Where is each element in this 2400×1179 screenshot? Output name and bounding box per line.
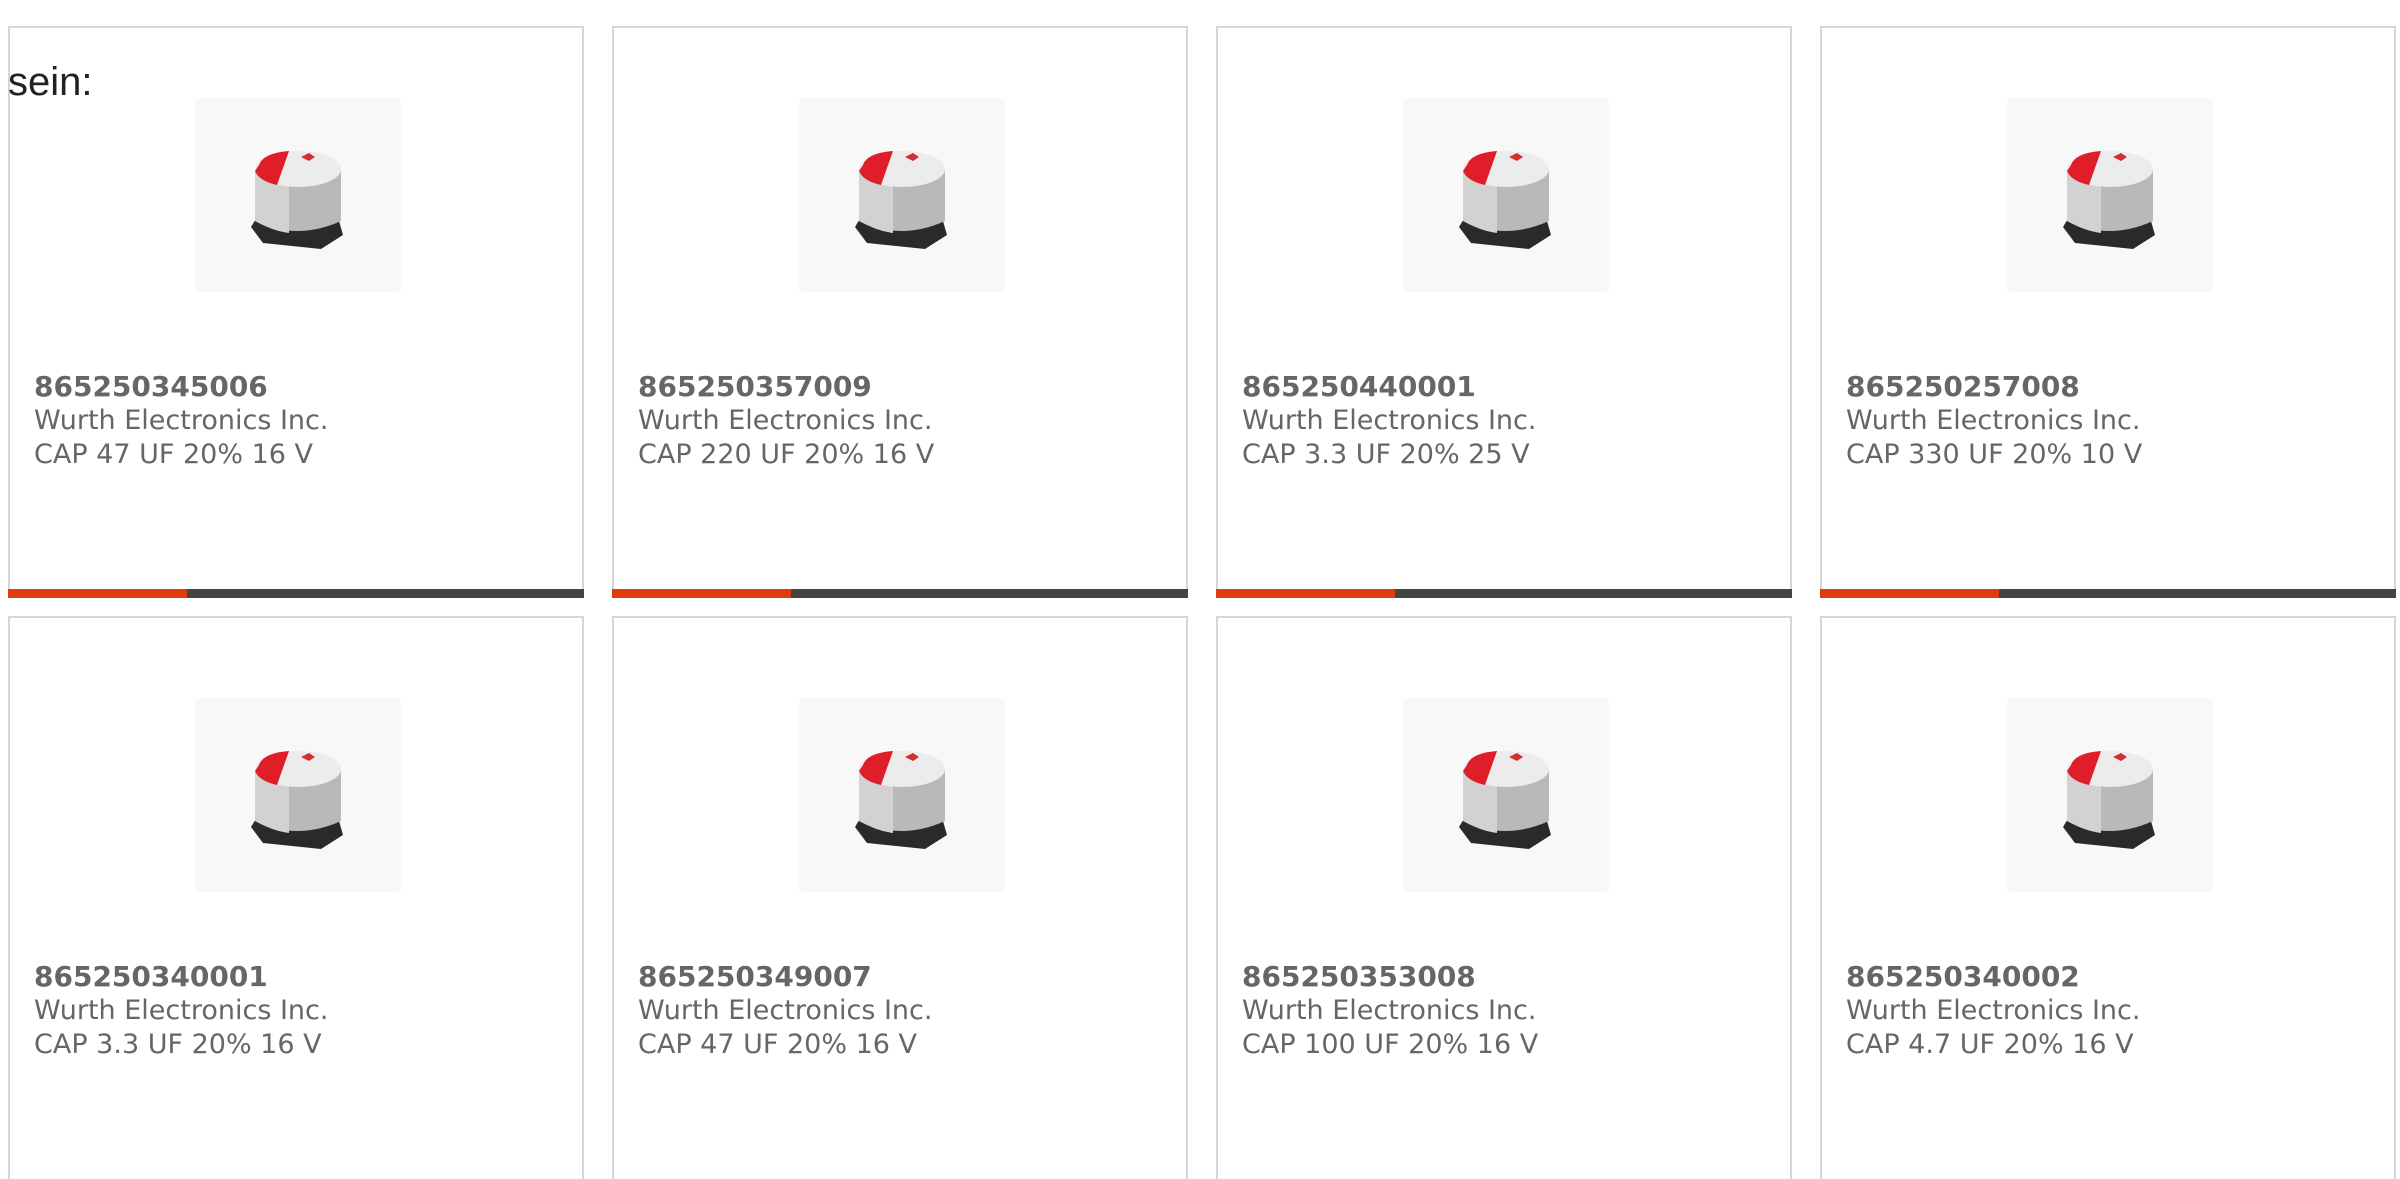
manufacturer-name: Wurth Electronics Inc. — [34, 405, 329, 436]
manufacturer-name: Wurth Electronics Inc. — [1846, 995, 2141, 1026]
product-card[interactable]: 865250353008 Wurth Electronics Inc. CAP … — [1216, 616, 1792, 1179]
capacitor-icon — [251, 751, 343, 849]
capacitor-icon — [2063, 151, 2155, 249]
capacitor-image[interactable] — [1403, 98, 1609, 292]
card-progress-bar — [1820, 589, 2396, 598]
capacitor-image[interactable] — [799, 98, 1005, 292]
product-card[interactable]: 865250349007 Wurth Electronics Inc. CAP … — [612, 616, 1188, 1179]
capacitor-image[interactable] — [195, 698, 401, 892]
card-progress-bar — [1216, 589, 1792, 598]
part-number[interactable]: 865250345006 — [34, 370, 268, 404]
capacitor-icon — [1459, 151, 1551, 249]
product-description: CAP 3.3 UF 20% 16 V — [34, 1029, 322, 1060]
card-progress-bar — [612, 589, 1188, 598]
capacitor-icon — [2063, 751, 2155, 849]
card-progress-fill — [1820, 589, 1999, 598]
product-description: CAP 220 UF 20% 16 V — [638, 439, 935, 470]
product-card[interactable]: 865250440001 Wurth Electronics Inc. CAP … — [1216, 26, 1792, 598]
product-description: CAP 330 UF 20% 10 V — [1846, 439, 2143, 470]
intro-text: sein: — [8, 60, 93, 104]
part-number[interactable]: 865250440001 — [1242, 370, 1476, 404]
product-description: CAP 100 UF 20% 16 V — [1242, 1029, 1539, 1060]
product-description: CAP 47 UF 20% 16 V — [34, 439, 314, 470]
product-card[interactable]: 865250340002 Wurth Electronics Inc. CAP … — [1820, 616, 2396, 1179]
capacitor-image[interactable] — [1403, 698, 1609, 892]
manufacturer-name: Wurth Electronics Inc. — [34, 995, 329, 1026]
capacitor-icon — [855, 151, 947, 249]
part-number[interactable]: 865250257008 — [1846, 370, 2080, 404]
part-number[interactable]: 865250353008 — [1242, 960, 1476, 994]
manufacturer-name: Wurth Electronics Inc. — [1242, 995, 1537, 1026]
product-description: CAP 3.3 UF 20% 25 V — [1242, 439, 1530, 470]
capacitor-image[interactable] — [799, 698, 1005, 892]
card-progress-fill — [612, 589, 791, 598]
part-number[interactable]: 865250340002 — [1846, 960, 2080, 994]
manufacturer-name: Wurth Electronics Inc. — [1846, 405, 2141, 436]
part-number[interactable]: 865250357009 — [638, 370, 872, 404]
card-progress-fill — [8, 589, 187, 598]
product-card[interactable]: 865250257008 Wurth Electronics Inc. CAP … — [1820, 26, 2396, 598]
product-grid: 865250345006 Wurth Electronics Inc. CAP … — [8, 26, 2400, 1179]
product-card[interactable]: 865250357009 Wurth Electronics Inc. CAP … — [612, 26, 1188, 598]
product-card[interactable]: 865250345006 Wurth Electronics Inc. CAP … — [8, 26, 584, 598]
capacitor-image[interactable] — [2007, 698, 2213, 892]
manufacturer-name: Wurth Electronics Inc. — [638, 995, 933, 1026]
card-progress-bar — [8, 589, 584, 598]
capacitor-image[interactable] — [2007, 98, 2213, 292]
product-description: CAP 47 UF 20% 16 V — [638, 1029, 918, 1060]
capacitor-icon — [251, 151, 343, 249]
manufacturer-name: Wurth Electronics Inc. — [638, 405, 933, 436]
part-number[interactable]: 865250349007 — [638, 960, 872, 994]
capacitor-icon — [855, 751, 947, 849]
product-card[interactable]: 865250340001 Wurth Electronics Inc. CAP … — [8, 616, 584, 1179]
card-progress-fill — [1216, 589, 1395, 598]
capacitor-image[interactable] — [195, 98, 401, 292]
capacitor-icon — [1459, 751, 1551, 849]
manufacturer-name: Wurth Electronics Inc. — [1242, 405, 1537, 436]
page-viewport: sein: 865250345006 Wurth Electronics Inc… — [0, 0, 2400, 1179]
part-number[interactable]: 865250340001 — [34, 960, 268, 994]
product-description: CAP 4.7 UF 20% 16 V — [1846, 1029, 2134, 1060]
